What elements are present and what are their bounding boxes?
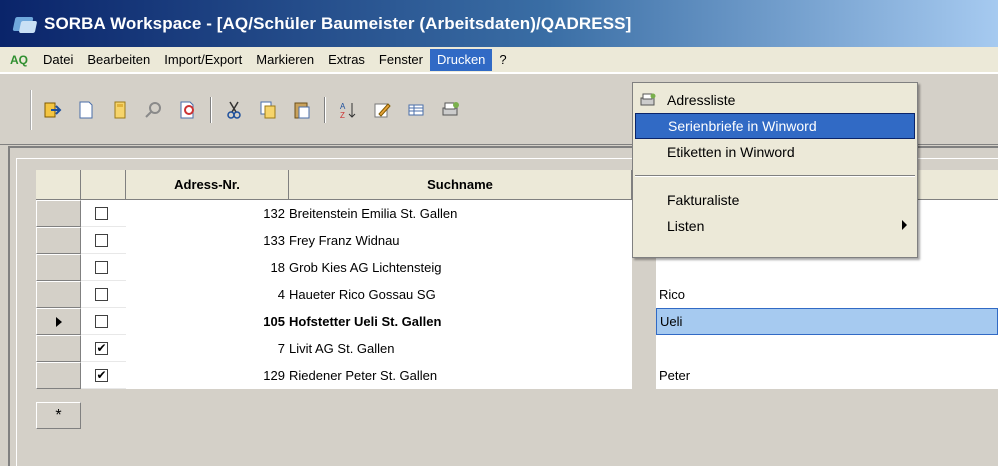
row-checkbox[interactable]	[95, 260, 108, 274]
cell-suchname[interactable]: Breitenstein Emilia St. Gallen	[289, 200, 632, 227]
new-icon[interactable]	[74, 98, 98, 122]
current-row-pointer-icon[interactable]	[36, 308, 81, 335]
cell-vorname[interactable]	[656, 254, 998, 281]
cell-adress-nr[interactable]: 18	[126, 254, 289, 281]
copy-icon[interactable]	[256, 98, 280, 122]
row-selector[interactable]	[36, 227, 81, 254]
menu-separator	[635, 175, 915, 177]
paste-icon[interactable]	[290, 98, 314, 122]
row-selector[interactable]	[36, 362, 81, 389]
row-selector[interactable]	[36, 281, 81, 308]
menuitem-fakturaliste[interactable]: Fakturaliste	[633, 187, 917, 213]
cell-adress-nr[interactable]: 133	[126, 227, 289, 254]
cut-icon[interactable]	[222, 98, 246, 122]
row-checkbox[interactable]	[95, 314, 108, 328]
cell-adress-nr[interactable]: 7	[126, 335, 289, 362]
cell-vorname-editing[interactable]: Ueli	[656, 308, 998, 335]
menu-bearbeiten[interactable]: Bearbeiten	[80, 49, 157, 71]
row-checkbox-cell	[81, 281, 126, 308]
toolbar-separator	[210, 97, 212, 123]
table-row[interactable]: 4 Haueter Rico Gossau SG Rico	[36, 281, 998, 308]
menuitem-adressliste[interactable]: Adressliste	[633, 87, 917, 113]
row-checkbox[interactable]: ✔	[95, 341, 108, 355]
row-checkbox-cell: ✔	[81, 362, 126, 389]
row-selector[interactable]	[36, 335, 81, 362]
table-row[interactable]: ✔ 129 Riedener Peter St. Gallen Peter	[36, 362, 998, 389]
title-bar[interactable]: SORBA Workspace - [AQ/Schüler Baumeister…	[0, 0, 998, 47]
new-row-marker[interactable]: *	[36, 402, 81, 429]
cell-vorname[interactable]	[656, 335, 998, 362]
menu-bar: AQ Datei Bearbeiten Import/Export Markie…	[0, 47, 998, 73]
edit-icon[interactable]	[370, 98, 394, 122]
menu-datei[interactable]: Datei	[36, 49, 80, 71]
cell-suchname[interactable]: Riedener Peter St. Gallen	[289, 362, 632, 389]
table-row[interactable]: 105 Hofstetter Ueli St. Gallen Ueli	[36, 308, 998, 335]
table-row[interactable]: ✔ 7 Livit AG St. Gallen	[36, 335, 998, 362]
row-checkbox-cell	[81, 254, 126, 281]
cell-adress-nr[interactable]: 129	[126, 362, 289, 389]
cell-suchname[interactable]: Livit AG St. Gallen	[289, 335, 632, 362]
toolbar: AZ	[30, 90, 472, 130]
row-checkbox-cell	[81, 200, 126, 227]
drucken-menu: Adressliste Serienbriefe in Winword Etik…	[632, 82, 918, 258]
menu-fenster[interactable]: Fenster	[372, 49, 430, 71]
exit-icon[interactable]	[40, 98, 64, 122]
menu-help[interactable]: ?	[492, 49, 513, 71]
row-checkbox[interactable]	[95, 233, 108, 247]
menu-extras[interactable]: Extras	[321, 49, 372, 71]
search-icon[interactable]	[142, 98, 166, 122]
cell-vorname[interactable]: Rico	[656, 281, 998, 308]
row-checkbox[interactable]: ✔	[95, 368, 108, 382]
cell-adress-nr[interactable]: 132	[126, 200, 289, 227]
find-icon[interactable]	[176, 98, 200, 122]
cell-suchname[interactable]: Grob Kies AG Lichtensteig	[289, 254, 632, 281]
cell-suchname[interactable]: Frey Franz Widnau	[289, 227, 632, 254]
open-icon[interactable]	[108, 98, 132, 122]
grid-header-check	[81, 170, 126, 200]
toolbar-separator	[324, 97, 326, 123]
menu-import-export[interactable]: Import/Export	[157, 49, 249, 71]
cell-adress-nr[interactable]: 4	[126, 281, 289, 308]
cell-suchname[interactable]: Haueter Rico Gossau SG	[289, 281, 632, 308]
submenu-arrow-icon	[902, 220, 907, 230]
row-selector[interactable]	[36, 254, 81, 281]
grid-header-selector	[36, 170, 81, 200]
aq-logo: AQ	[10, 52, 28, 67]
window-title: SORBA Workspace - [AQ/Schüler Baumeister…	[44, 13, 632, 33]
table-row[interactable]: 18 Grob Kies AG Lichtensteig	[36, 254, 998, 281]
row-checkbox-cell	[81, 227, 126, 254]
printer-icon	[639, 92, 657, 111]
grid-header-suchname[interactable]: Suchname	[289, 170, 632, 200]
sort-icon[interactable]: AZ	[336, 98, 360, 122]
svg-text:A: A	[340, 102, 346, 111]
menu-markieren[interactable]: Markieren	[249, 49, 321, 71]
menuitem-etiketten[interactable]: Etiketten in Winword	[633, 139, 917, 165]
menuitem-serienbriefe[interactable]: Serienbriefe in Winword	[635, 113, 915, 139]
print-icon[interactable]	[438, 98, 462, 122]
row-checkbox-cell: ✔	[81, 335, 126, 362]
grid-header-adress-nr[interactable]: Adress-Nr.	[126, 170, 289, 200]
row-checkbox[interactable]	[95, 206, 108, 220]
menuitem-listen[interactable]: Listen	[633, 213, 917, 239]
row-selector[interactable]	[36, 200, 81, 227]
grid-new-row: *	[36, 402, 81, 429]
menu-drucken[interactable]: Drucken	[430, 48, 493, 71]
sorba-app-icon[interactable]	[12, 12, 38, 36]
table-icon[interactable]	[404, 98, 428, 122]
cell-suchname[interactable]: Hofstetter Ueli St. Gallen	[289, 308, 632, 335]
cell-adress-nr[interactable]: 105	[126, 308, 289, 335]
svg-text:Z: Z	[340, 111, 345, 120]
cell-vorname[interactable]: Peter	[656, 362, 998, 389]
row-checkbox[interactable]	[95, 287, 108, 301]
row-checkbox-cell	[81, 308, 126, 335]
